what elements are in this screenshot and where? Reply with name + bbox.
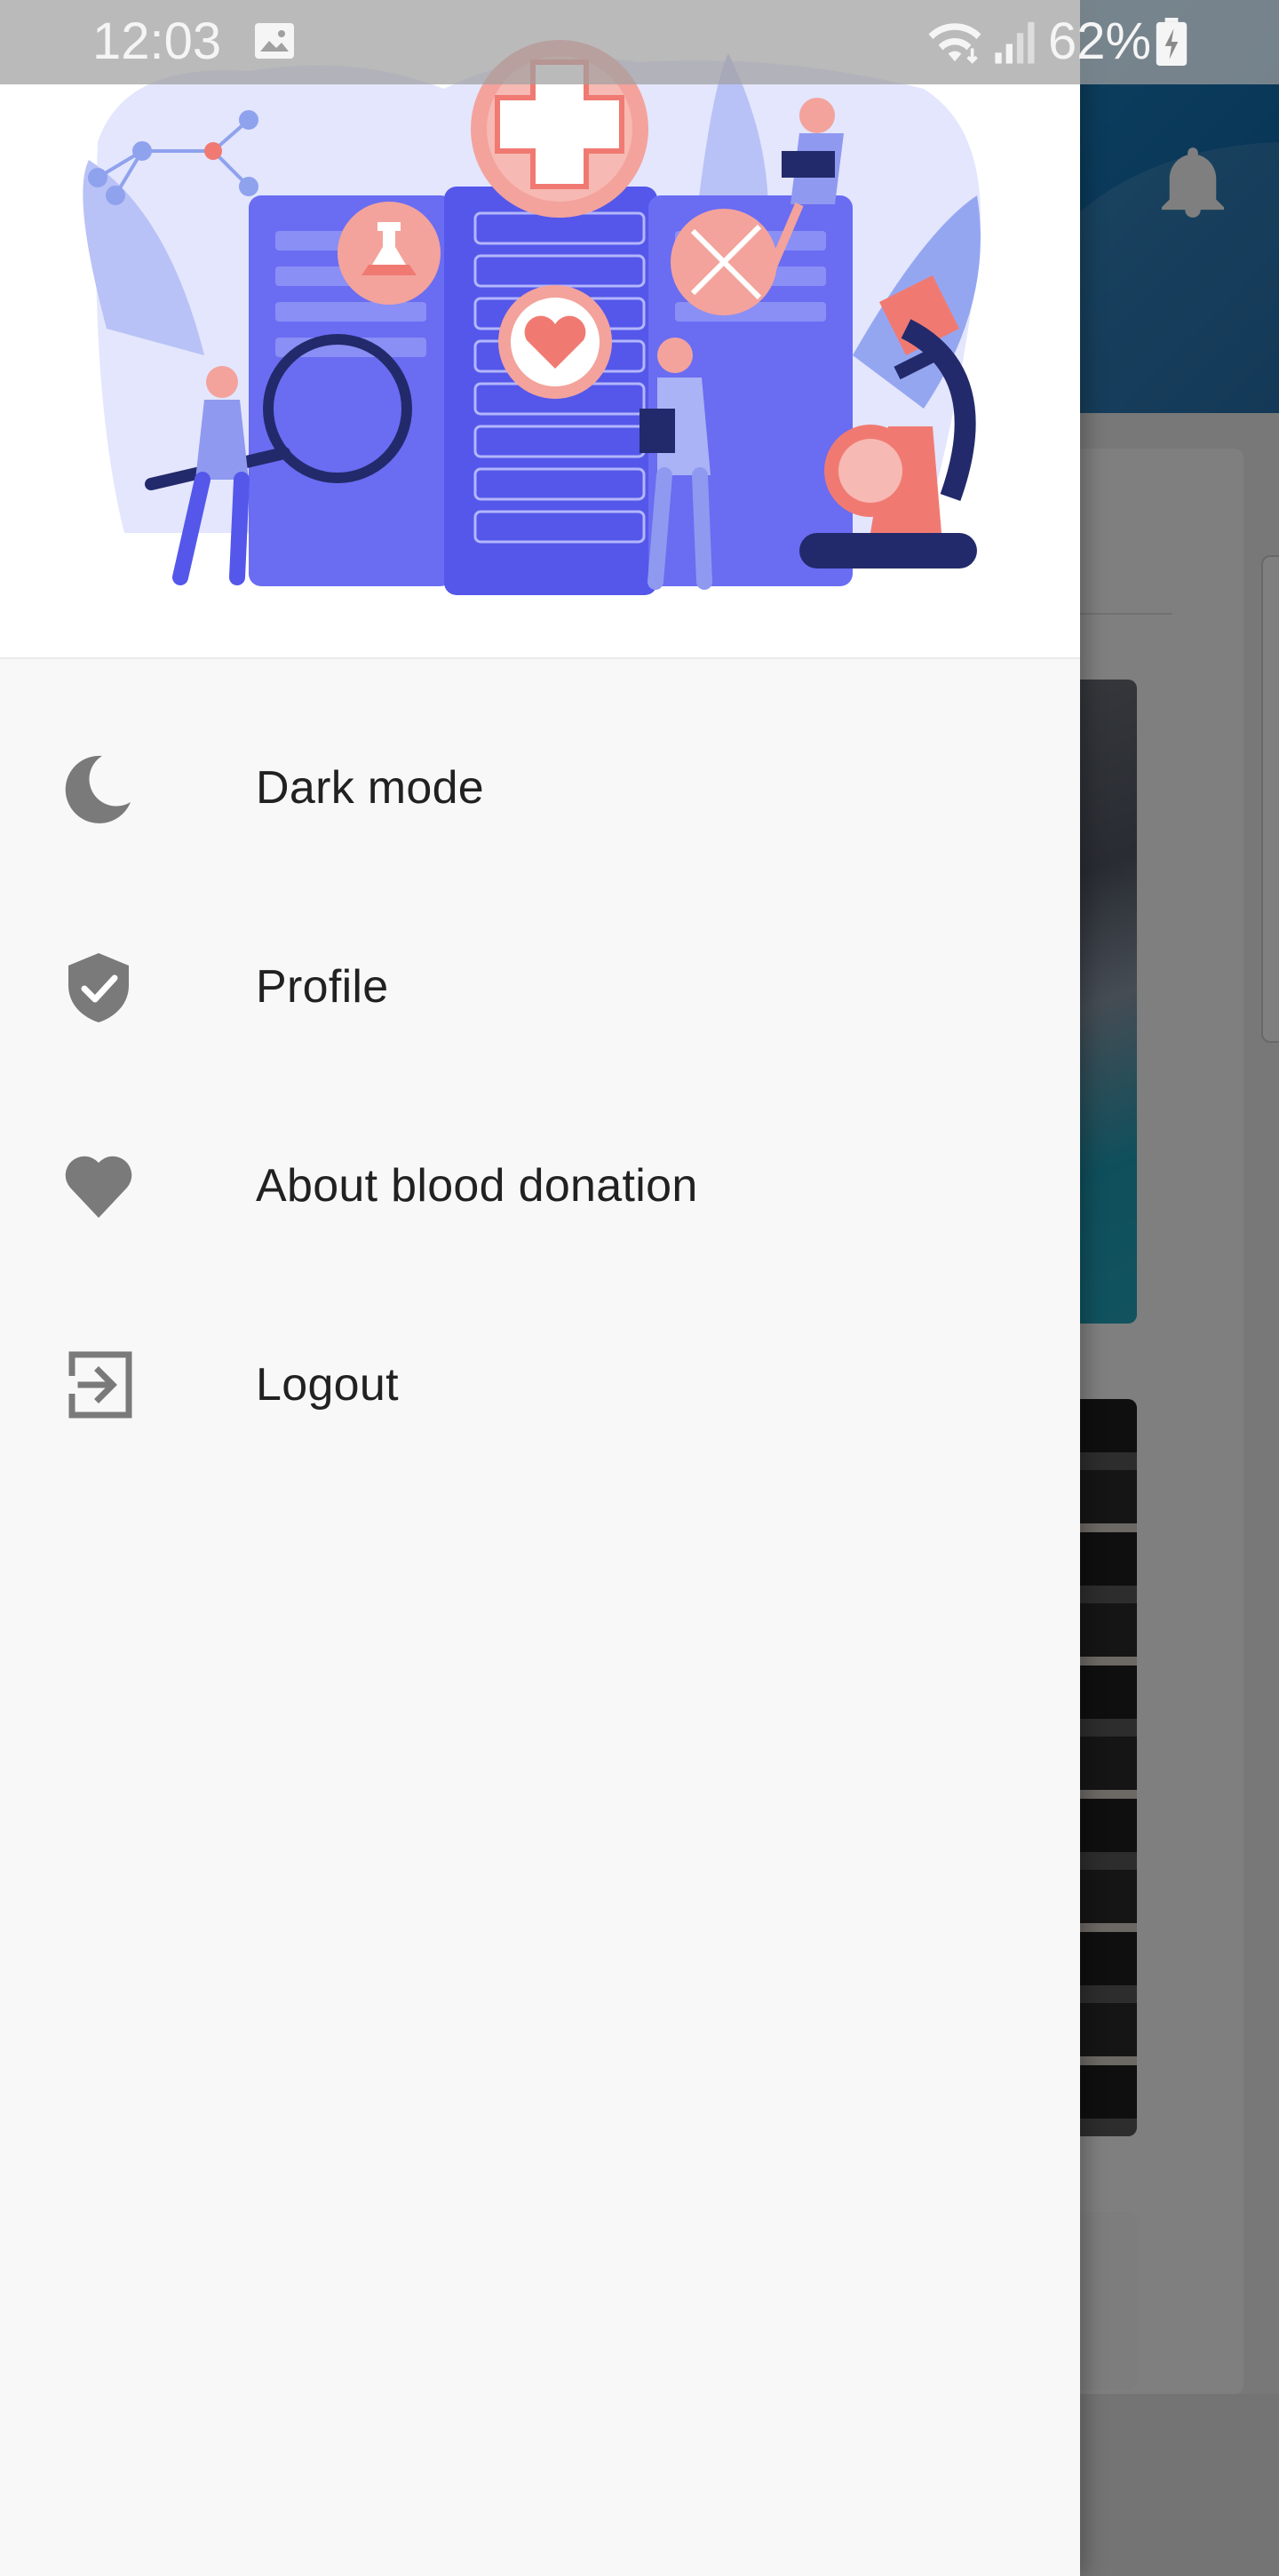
status-time: 12:03 (92, 12, 222, 70)
menu-item-label: Profile (256, 961, 389, 1013)
drawer-menu: Dark mode Profile About blood donation L… (0, 688, 1080, 1484)
battery-percent: 62% (1048, 12, 1152, 70)
image-notification-icon (255, 23, 294, 59)
logout-icon (68, 1351, 132, 1419)
menu-item-label: About blood donation (256, 1160, 698, 1212)
battery-charging-icon (1156, 18, 1188, 66)
signal-icon (995, 21, 1035, 64)
menu-item-logout[interactable]: Logout (0, 1285, 1080, 1484)
medical-research-illustration (83, 40, 981, 595)
wifi-icon (928, 23, 981, 64)
moon-icon (65, 755, 131, 823)
shield-check-icon (68, 953, 129, 1022)
menu-item-dark-mode[interactable]: Dark mode (0, 688, 1080, 887)
menu-item-label: Logout (256, 1359, 399, 1411)
menu-item-label: Dark mode (256, 762, 485, 814)
menu-item-about-blood-donation[interactable]: About blood donation (0, 1086, 1080, 1285)
drawer-header (0, 0, 1080, 659)
heart-icon (65, 1156, 132, 1218)
status-bar: 12:03 62% (0, 0, 1279, 84)
menu-item-profile[interactable]: Profile (0, 887, 1080, 1086)
navigation-drawer: Dark mode Profile About blood donation L… (0, 0, 1080, 2576)
